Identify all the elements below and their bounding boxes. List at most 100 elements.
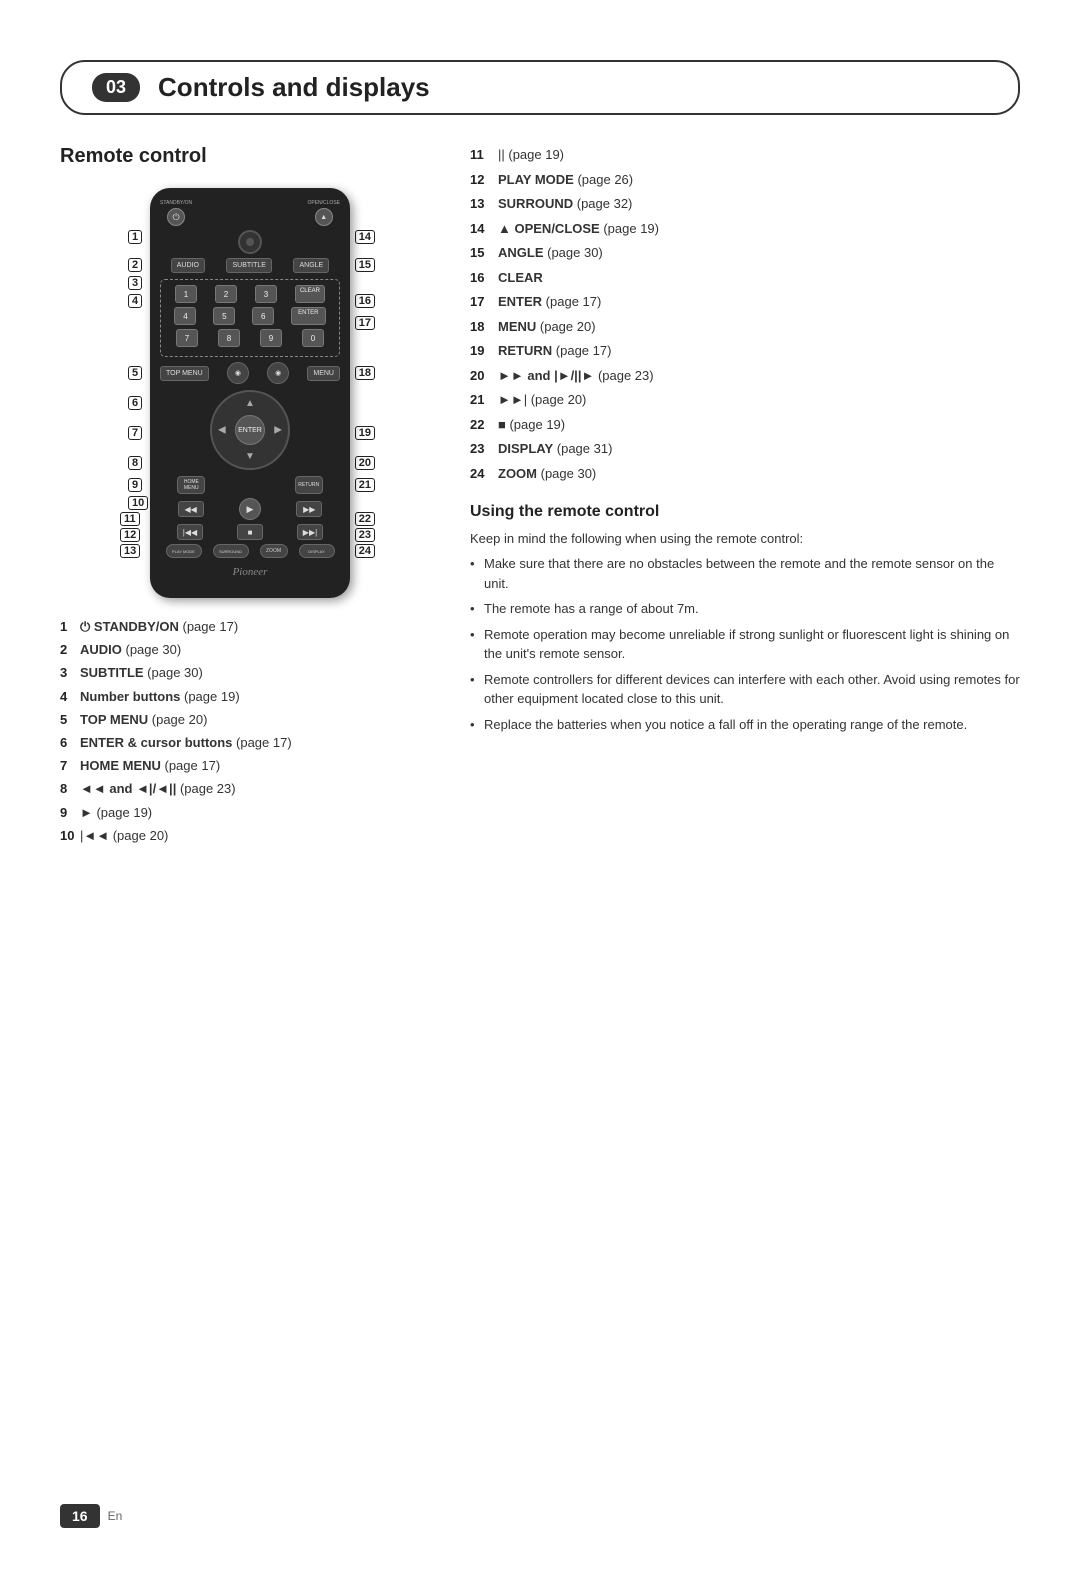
display-button[interactable]: DISPLAY bbox=[299, 544, 335, 558]
callout-19: 19 bbox=[355, 426, 375, 440]
num-3-button[interactable]: 3 bbox=[255, 285, 277, 303]
clear-button[interactable]: CLEAR bbox=[295, 285, 325, 303]
callout-20: 20 bbox=[355, 456, 375, 470]
list-item: 24 ZOOM (page 30) bbox=[470, 464, 1020, 484]
prev-chapter-button[interactable]: |◀◀ bbox=[177, 524, 203, 540]
list-item: 1 ⏻ STANDBY/ON (page 17) bbox=[60, 618, 440, 636]
zoom-button[interactable]: ZOOM bbox=[260, 544, 288, 558]
mini-dial-right[interactable]: ◉ bbox=[267, 362, 289, 384]
callout-24: 24 bbox=[355, 544, 375, 558]
list-item: 2 AUDIO (page 30) bbox=[60, 641, 440, 659]
brand-logo: Pioneer bbox=[160, 566, 340, 578]
rewind-button[interactable]: ◀◀ bbox=[178, 501, 204, 517]
callout-13: 13 bbox=[120, 544, 140, 558]
callout-18: 18 bbox=[355, 366, 375, 380]
num-7-button[interactable]: 7 bbox=[176, 329, 198, 347]
callout-1: 1 bbox=[128, 230, 142, 244]
main-content: Remote control 1 2 3 4 5 6 7 8 9 10 11 1… bbox=[60, 145, 1020, 850]
bullet-item: Remote operation may become unreliable i… bbox=[470, 625, 1020, 664]
list-item: 23 DISPLAY (page 31) bbox=[470, 439, 1020, 459]
play-mode-button[interactable]: PLAY MODE bbox=[166, 544, 202, 558]
remote-body: STANDBY/ON OPEN/CLOSE bbox=[150, 188, 350, 598]
mini-dial-left[interactable]: ◉ bbox=[227, 362, 249, 384]
callout-21: 21 bbox=[355, 478, 375, 492]
callout-4: 4 bbox=[128, 294, 142, 308]
home-menu-button[interactable]: HOMEMENU bbox=[177, 476, 205, 494]
callout-5: 5 bbox=[128, 366, 142, 380]
list-item: 5 TOP MENU (page 20) bbox=[60, 711, 440, 729]
list-item: 15 ANGLE (page 30) bbox=[470, 243, 1020, 263]
menu-button[interactable]: MENU bbox=[307, 366, 340, 381]
nav-left-arrow[interactable]: ◀ bbox=[218, 425, 226, 436]
callout-14: 14 bbox=[355, 230, 375, 244]
play-button[interactable]: ▶ bbox=[239, 498, 261, 520]
list-item: 7 HOME MENU (page 17) bbox=[60, 757, 440, 775]
audio-button[interactable]: AUDIO bbox=[171, 258, 205, 273]
num-0-button[interactable]: 0 bbox=[302, 329, 324, 347]
list-item: 21 ►►| (page 20) bbox=[470, 390, 1020, 410]
list-item: 8 ◄◄ and ◄|/◄|| (page 23) bbox=[60, 780, 440, 798]
right-column: 11 || (page 19) 12 PLAY MODE (page 26) 1… bbox=[470, 145, 1020, 850]
list-item: 3 SUBTITLE (page 30) bbox=[60, 664, 440, 682]
num-4-button[interactable]: 4 bbox=[174, 307, 196, 325]
enter-center-button[interactable]: ENTER bbox=[235, 415, 265, 445]
num-6-button[interactable]: 6 bbox=[252, 307, 274, 325]
top-menu-button[interactable]: TOP MENU bbox=[160, 366, 209, 381]
list-item: 20 ►► and |►/||► (page 23) bbox=[470, 366, 1020, 386]
callout-3: 3 bbox=[128, 276, 142, 290]
nav-down-arrow[interactable]: ▼ bbox=[245, 451, 255, 462]
right-numbered-list: 11 || (page 19) 12 PLAY MODE (page 26) 1… bbox=[470, 145, 1020, 483]
page-language: En bbox=[108, 1509, 123, 1523]
callout-2: 2 bbox=[128, 258, 142, 272]
chapter-number: 03 bbox=[92, 73, 140, 102]
list-item: 18 MENU (page 20) bbox=[470, 317, 1020, 337]
using-remote-section: Using the remote control Keep in mind th… bbox=[470, 503, 1020, 734]
num-8-button[interactable]: 8 bbox=[218, 329, 240, 347]
subtitle-button[interactable]: SUBTITLE bbox=[226, 258, 271, 273]
using-remote-subtitle: Keep in mind the following when using th… bbox=[470, 531, 1020, 546]
bullet-item: Replace the batteries when you notice a … bbox=[470, 715, 1020, 735]
list-item: 9 ► (page 19) bbox=[60, 804, 440, 822]
bullet-item: Make sure that there are no obstacles be… bbox=[470, 554, 1020, 593]
nav-right-arrow[interactable]: ▶ bbox=[274, 425, 282, 436]
open-close-button[interactable] bbox=[315, 208, 333, 226]
stop-button[interactable]: ■ bbox=[237, 524, 263, 540]
callout-12: 12 bbox=[120, 528, 140, 542]
num-1-button[interactable]: 1 bbox=[175, 285, 197, 303]
list-item: 11 || (page 19) bbox=[470, 145, 1020, 165]
enter-numpad-button[interactable]: ENTER bbox=[291, 307, 325, 325]
list-item: 12 PLAY MODE (page 26) bbox=[470, 170, 1020, 190]
list-item: 17 ENTER (page 17) bbox=[470, 292, 1020, 312]
fast-forward-button[interactable]: ▶▶ bbox=[296, 501, 322, 517]
bullet-list: Make sure that there are no obstacles be… bbox=[470, 554, 1020, 734]
list-item: 4 Number buttons (page 19) bbox=[60, 688, 440, 706]
bullet-item: Remote controllers for different devices… bbox=[470, 670, 1020, 709]
list-item: 19 RETURN (page 17) bbox=[470, 341, 1020, 361]
callout-15: 15 bbox=[355, 258, 375, 272]
callout-9: 9 bbox=[128, 478, 142, 492]
list-item: 16 CLEAR bbox=[470, 268, 1020, 288]
next-chapter-button[interactable]: ▶▶| bbox=[297, 524, 323, 540]
chapter-header: 03 Controls and displays bbox=[60, 60, 1020, 115]
num-2-button[interactable]: 2 bbox=[215, 285, 237, 303]
num-9-button[interactable]: 9 bbox=[260, 329, 282, 347]
list-item: 10 |◄◄ (page 20) bbox=[60, 827, 440, 845]
surround-button[interactable]: SURROUND bbox=[213, 544, 249, 558]
callout-11: 11 bbox=[120, 512, 140, 526]
list-item: 6 ENTER & cursor buttons (page 17) bbox=[60, 734, 440, 752]
angle-button[interactable]: ANGLE bbox=[293, 258, 329, 273]
callout-23: 23 bbox=[355, 528, 375, 542]
return-button[interactable]: RETURN bbox=[295, 476, 323, 494]
nav-ring[interactable]: ▲ ▼ ◀ ▶ ENTER bbox=[210, 390, 290, 470]
using-remote-title: Using the remote control bbox=[470, 503, 1020, 521]
callout-10: 10 bbox=[128, 496, 148, 510]
page-title: Controls and displays bbox=[158, 72, 430, 103]
nav-ring-section: ▲ ▼ ◀ ▶ ENTER bbox=[160, 390, 340, 470]
remote-diagram-wrapper: 1 2 3 4 5 6 7 8 9 10 11 12 13 14 15 16 1… bbox=[60, 188, 440, 598]
num-5-button[interactable]: 5 bbox=[213, 307, 235, 325]
page-number-badge: 16 bbox=[60, 1504, 100, 1528]
nav-up-arrow[interactable]: ▲ bbox=[245, 398, 255, 409]
list-item: 13 SURROUND (page 32) bbox=[470, 194, 1020, 214]
standby-button[interactable] bbox=[167, 208, 185, 226]
bullet-item: The remote has a range of about 7m. bbox=[470, 599, 1020, 619]
